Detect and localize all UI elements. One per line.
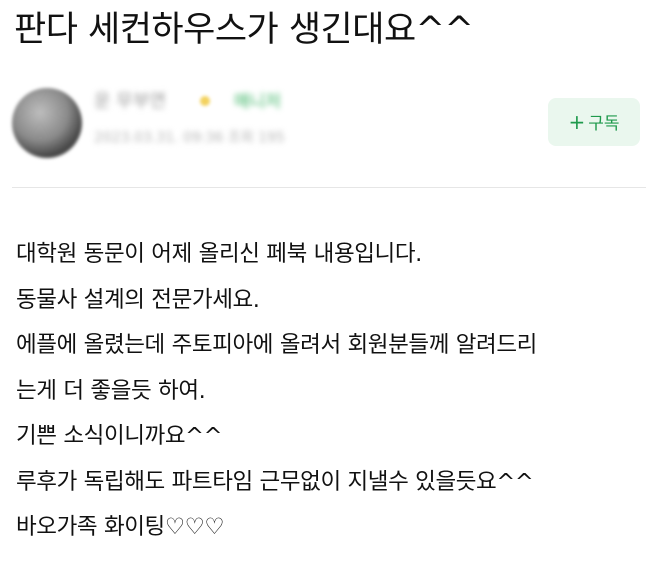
body-line: 에플에 올렸는데 주토피아에 올려서 회원분들께 알려드리: [16, 332, 537, 358]
post-title: 판다 세컨하우스가 생긴대요^^: [14, 10, 474, 50]
divider: [12, 187, 646, 188]
body-line: 기쁜 소식이니까요^^: [16, 423, 223, 449]
body-line: 는게 더 좋을듯 하여.: [16, 377, 206, 404]
grade-icon: [200, 96, 210, 106]
author-name[interactable]: 운 무부연: [94, 90, 166, 114]
subscribe-label: 구독: [588, 114, 620, 134]
post-meta: 2023.03.31. 09:36 조회 195: [94, 130, 285, 146]
plus-icon: +: [568, 110, 586, 134]
author-info: 운 무부연 매니저 2023.03.31. 09:36 조회 195 + 구독: [12, 84, 646, 166]
body-line: 루후가 독립해도 파트타임 근무없이 지낼수 있을듯요^^: [16, 468, 534, 495]
avatar[interactable]: [12, 88, 82, 158]
author-badge: 매니저: [234, 92, 281, 112]
post-body: 대학원 동문이 어제 올리신 페북 내용입니다. 동물사 설계의 전문가세요. …: [16, 232, 656, 551]
body-line: 바오가족 화이팅♡♡♡: [16, 514, 225, 540]
body-line: 대학원 동문이 어제 올리신 페북 내용입니다.: [16, 241, 422, 267]
body-line: 동물사 설계의 전문가세요.: [16, 286, 260, 313]
subscribe-button[interactable]: + 구독: [548, 98, 640, 146]
